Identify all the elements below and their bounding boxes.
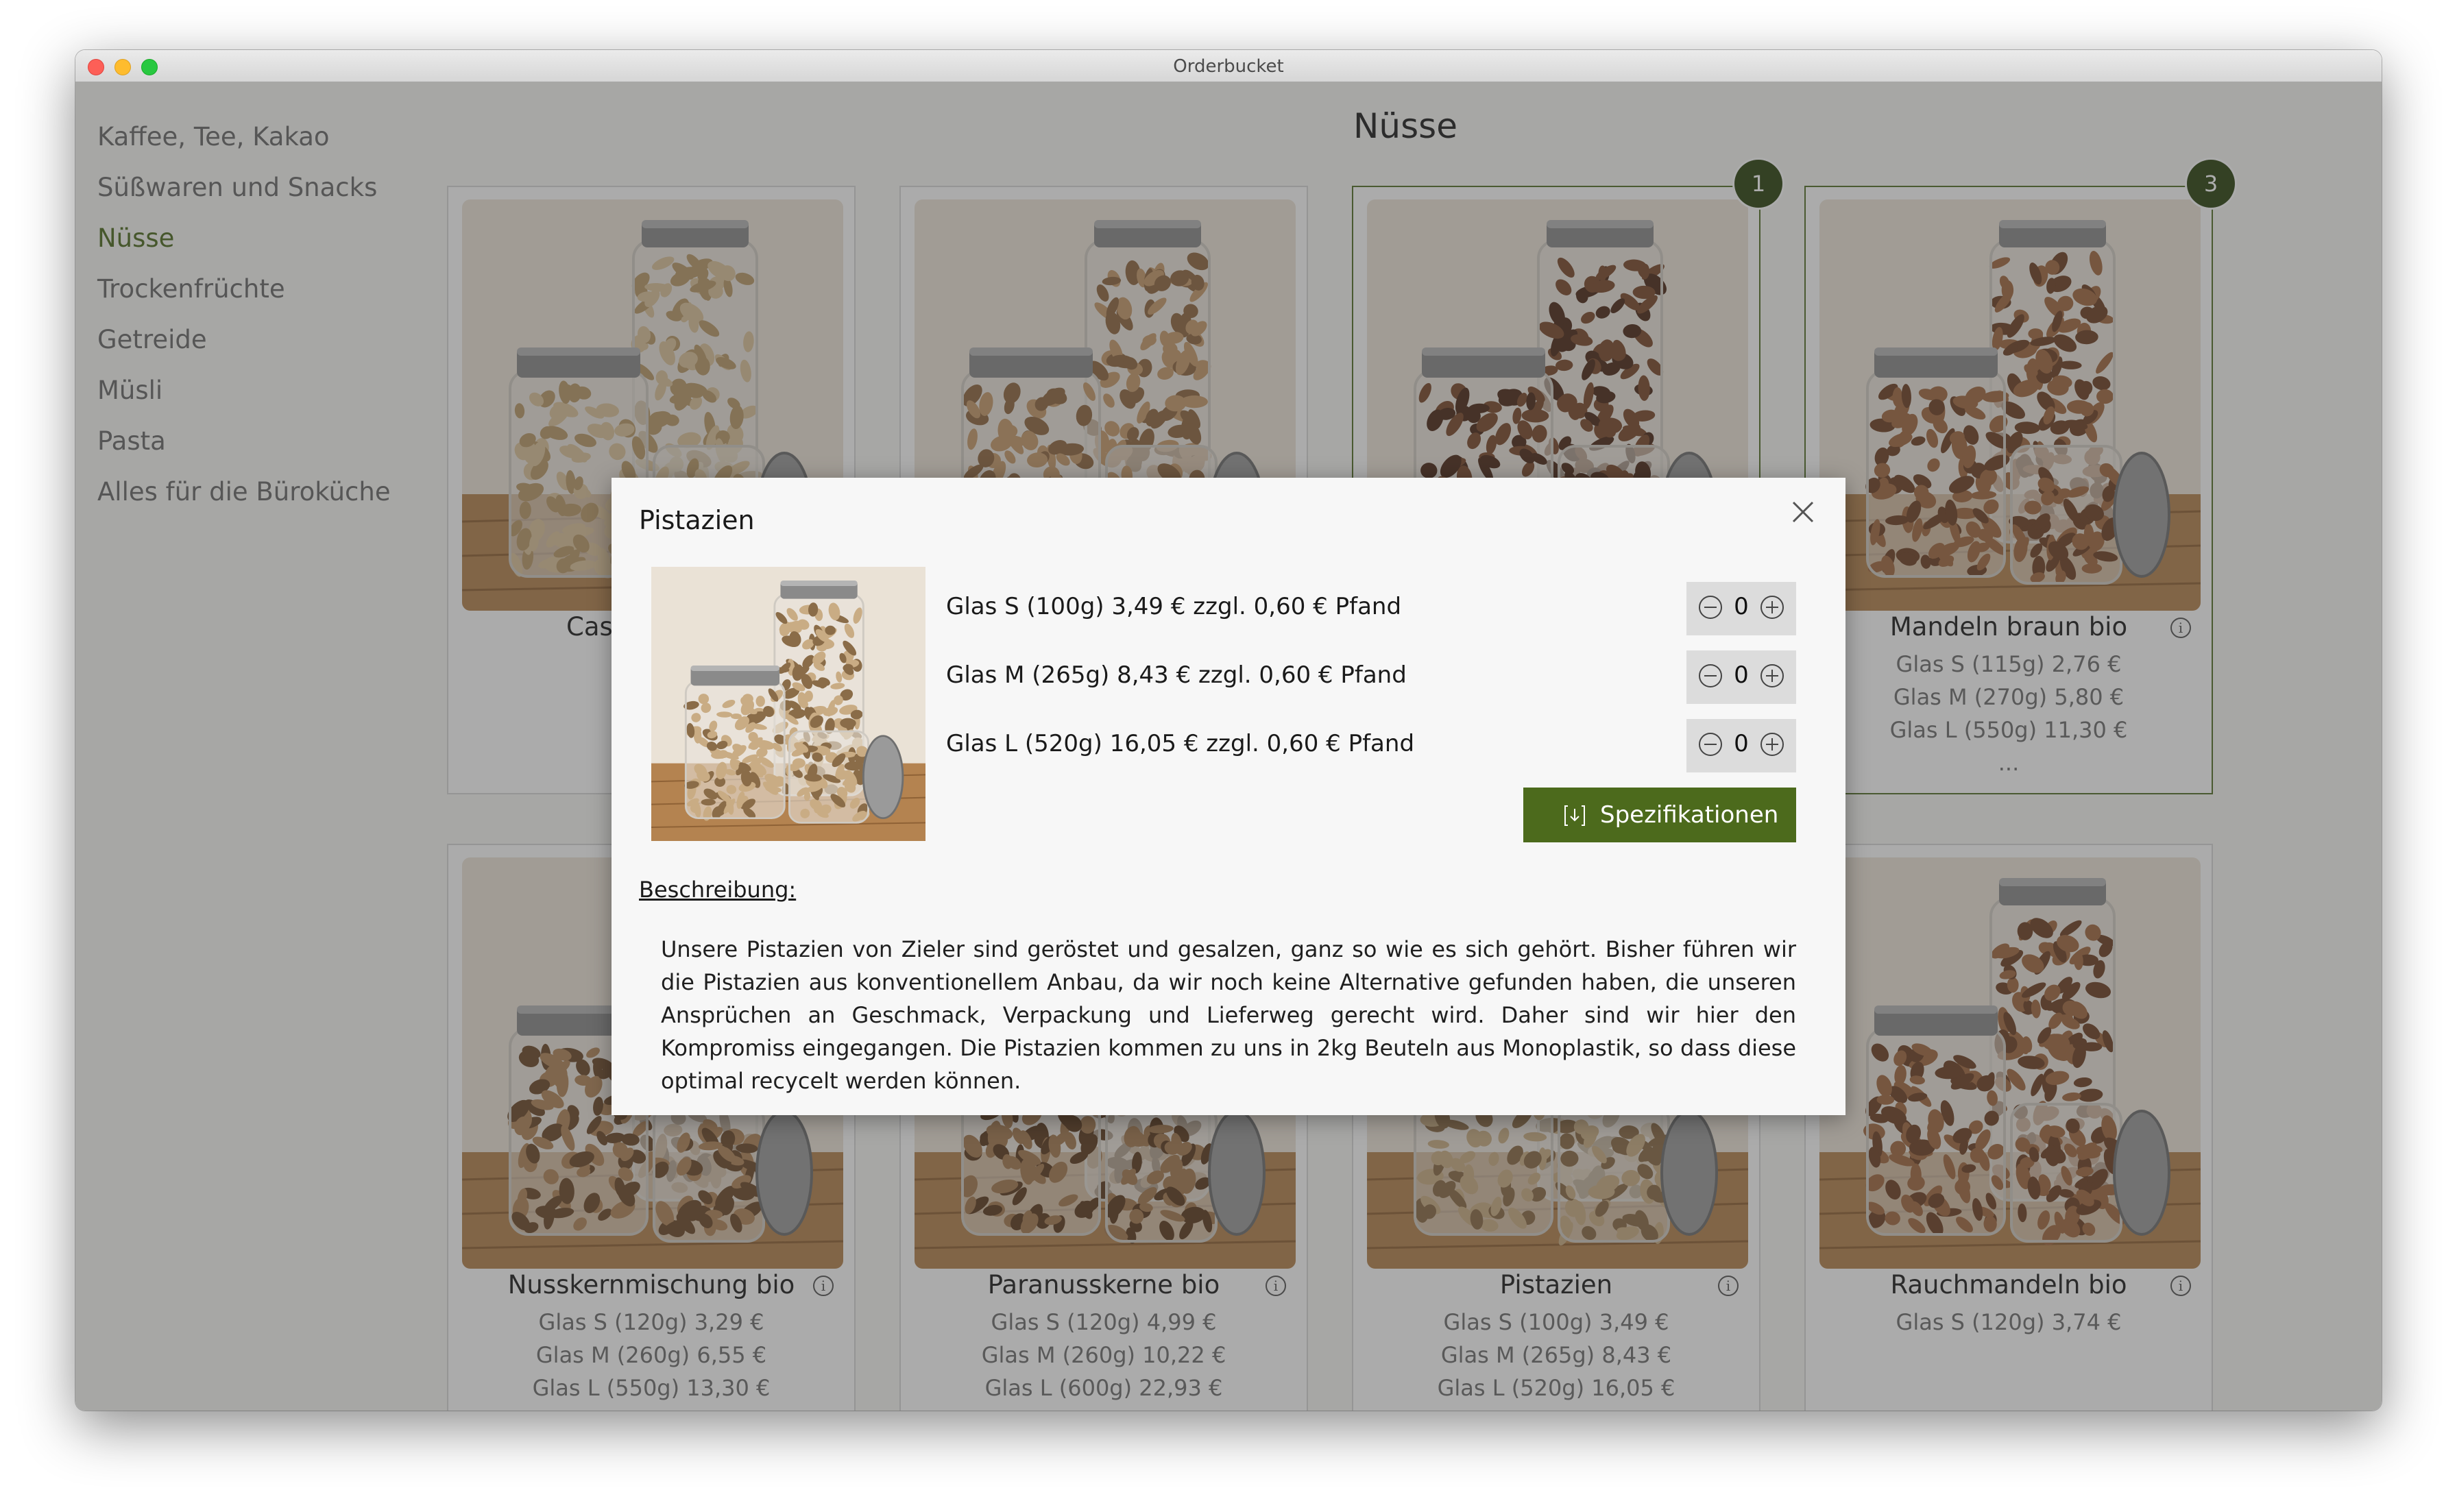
download-icon bbox=[1564, 805, 1585, 826]
specifications-label: Spezifikationen bbox=[1600, 801, 1779, 829]
quantity-value: 0 bbox=[1734, 730, 1749, 757]
increment-icon[interactable] bbox=[1760, 596, 1784, 619]
description-text: Unsere Pistazien von Zieler sind geröste… bbox=[661, 936, 1796, 1094]
increment-icon[interactable] bbox=[1760, 733, 1784, 756]
quantity-stepper-s: 0 bbox=[1686, 582, 1796, 635]
title-bar[interactable]: Orderbucket bbox=[75, 50, 2382, 82]
decrement-icon[interactable] bbox=[1699, 596, 1722, 619]
option-label-s: Glas S (100g) 3,49 € zzgl. 0,60 € Pfand bbox=[946, 593, 1402, 620]
quantity-stepper-m: 0 bbox=[1686, 650, 1796, 704]
quantity-value: 0 bbox=[1734, 593, 1749, 620]
decrement-icon[interactable] bbox=[1699, 664, 1722, 687]
window-title: Orderbucket bbox=[1173, 56, 1284, 77]
option-label-l: Glas L (520g) 16,05 € zzgl. 0,60 € Pfand bbox=[946, 730, 1415, 757]
description-heading: Beschreibung: bbox=[639, 877, 797, 903]
decrement-icon[interactable] bbox=[1699, 733, 1722, 756]
specifications-button[interactable]: Spezifikationen bbox=[1523, 788, 1796, 842]
jar-illustration bbox=[651, 567, 925, 841]
main-content: Kaffee, Tee, Kakao Süßwaren und Snacks N… bbox=[75, 82, 2382, 1411]
increment-icon[interactable] bbox=[1760, 664, 1784, 687]
app-window: Orderbucket Kaffee, Tee, Kakao Süßwaren … bbox=[75, 50, 2382, 1411]
product-detail-dialog: Pistazien Glas S (100g) 3,49 € zzgl. 0,6… bbox=[612, 478, 1845, 1115]
close-icon[interactable] bbox=[1789, 498, 1817, 526]
quantity-value: 0 bbox=[1734, 661, 1749, 689]
product-photo bbox=[651, 567, 925, 841]
dialog-title: Pistazien bbox=[639, 505, 755, 535]
quantity-stepper-l: 0 bbox=[1686, 719, 1796, 772]
option-label-m: Glas M (265g) 8,43 € zzgl. 0,60 € Pfand bbox=[946, 661, 1407, 689]
